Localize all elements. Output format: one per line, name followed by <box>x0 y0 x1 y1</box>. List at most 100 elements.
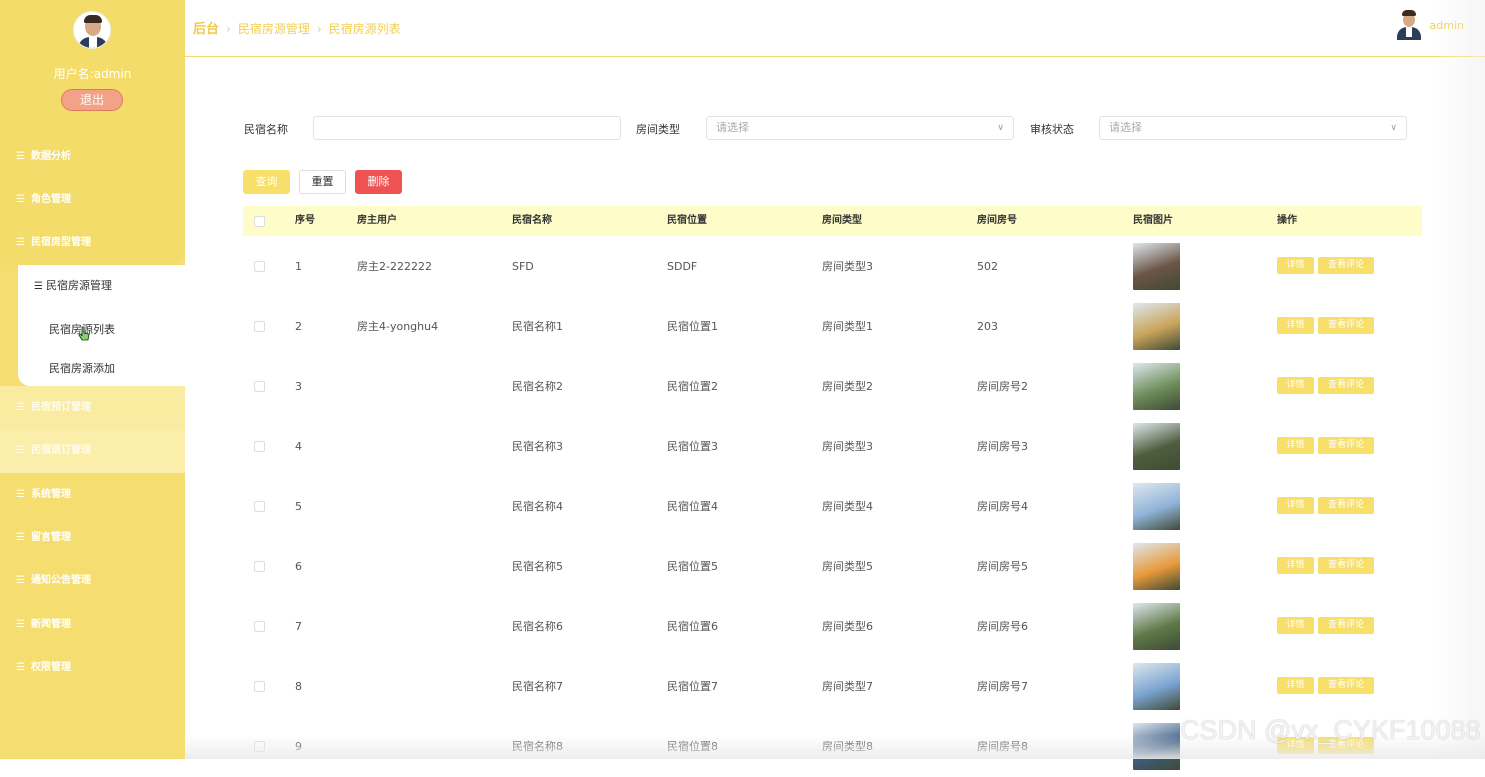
scroll-shade <box>1430 0 1485 759</box>
view-reviews-button[interactable]: 查看评论 <box>1318 617 1374 634</box>
sidebar-item-roles[interactable]: ☰ 角色管理 <box>16 190 71 210</box>
breadcrumb-current: 民宿房源列表 <box>328 22 401 36</box>
row-checkbox[interactable] <box>254 501 265 512</box>
reset-button[interactable]: 重置 <box>299 170 346 194</box>
view-reviews-button[interactable]: 查看评论 <box>1318 557 1374 574</box>
view-reviews-button[interactable]: 查看评论 <box>1318 317 1374 334</box>
table-cell-name: SFD <box>512 260 534 273</box>
name-label: 民宿名称 <box>244 123 288 136</box>
row-checkbox[interactable] <box>254 441 265 452</box>
table-cell-name: 民宿名称6 <box>512 620 563 633</box>
listing-photo <box>1133 663 1180 710</box>
sidebar-item-listings[interactable]: ☰ 民宿房源管理 <box>34 277 112 293</box>
breadcrumb-item[interactable]: 民宿房源管理 <box>238 22 310 36</box>
chevron-down-icon: ∨ <box>997 123 1004 133</box>
table-cell-location: 民宿位置5 <box>667 560 718 573</box>
row-checkbox[interactable] <box>254 321 265 332</box>
table-cell-room: 502 <box>977 260 998 273</box>
submenu-item-listing-add[interactable]: 民宿房源添加 <box>49 360 115 376</box>
list-icon: ☰ <box>16 194 25 205</box>
table-row: 8 民宿名称7 民宿位置7 房间类型7 房间房号7 详情 查看评论 <box>243 657 1422 717</box>
select-all-checkbox[interactable] <box>254 216 265 227</box>
view-reviews-button[interactable]: 查看评论 <box>1318 437 1374 454</box>
detail-button[interactable]: 详情 <box>1277 377 1314 394</box>
delete-button[interactable]: 删除 <box>355 170 402 194</box>
column-header: 民宿位置 <box>667 215 707 226</box>
detail-button[interactable]: 详情 <box>1277 437 1314 454</box>
table-cell-type: 房间类型4 <box>822 500 873 513</box>
table-cell-name: 民宿名称3 <box>512 440 563 453</box>
sidebar-item-system[interactable]: ☰ 系统管理 <box>16 485 71 505</box>
list-icon: ☰ <box>16 575 25 586</box>
table-cell-type: 房间类型7 <box>822 680 873 693</box>
detail-button[interactable]: 详情 <box>1277 557 1314 574</box>
row-checkbox[interactable] <box>254 261 265 272</box>
submenu-listings: ☰民宿房源管理 民宿房源列表 民宿房源添加 <box>18 265 185 386</box>
sidebar-item-cancellations[interactable]: ☰ 民宿退订管理 <box>16 441 91 461</box>
list-icon: ☰ <box>16 445 25 456</box>
list-icon: ☰ <box>16 619 25 630</box>
table-cell-no: 4 <box>295 440 302 453</box>
list-icon: ☰ <box>16 662 25 673</box>
listing-photo <box>1133 543 1180 590</box>
table-cell-name: 民宿名称5 <box>512 560 563 573</box>
view-reviews-button[interactable]: 查看评论 <box>1318 377 1374 394</box>
table-row: 2 房主4-yonghu4 民宿名称1 民宿位置1 房间类型1 203 详情 查看评论 <box>243 297 1422 357</box>
table-cell-no: 1 <box>295 260 302 273</box>
column-header: 序号 <box>295 215 315 226</box>
detail-button[interactable]: 详情 <box>1277 317 1314 334</box>
sidebar-item-notices[interactable]: ☰ 通知公告管理 <box>16 571 91 591</box>
sidebar-item-messages[interactable]: ☰ 留言管理 <box>16 528 71 548</box>
table-header: 序号 房主用户 民宿名称 民宿位置 房间类型 房间房号 民宿图片 操作 <box>243 206 1422 236</box>
logout-button[interactable]: 退出 <box>61 89 123 111</box>
watermark: CSDN @vx_CYKF10088 <box>1180 715 1481 745</box>
list-icon: ☰ <box>16 151 25 162</box>
table-cell-owner: 房主2-222222 <box>357 260 432 273</box>
avatar <box>73 11 111 49</box>
sidebar-item-permissions[interactable]: ☰ 权限管理 <box>16 658 71 678</box>
table-cell-location: 民宿位置1 <box>667 320 718 333</box>
table-cell-name: 民宿名称7 <box>512 680 563 693</box>
detail-button[interactable]: 详情 <box>1277 677 1314 694</box>
row-checkbox[interactable] <box>254 381 265 392</box>
row-checkbox[interactable] <box>254 621 265 632</box>
table-cell-location: SDDF <box>667 260 698 273</box>
sidebar-item-room-types[interactable]: ☰ 民宿房型管理 <box>16 233 91 253</box>
table-cell-type: 房间类型6 <box>822 620 873 633</box>
query-button[interactable]: 查询 <box>243 170 290 194</box>
chevron-down-icon: ∨ <box>1390 123 1397 133</box>
row-checkbox[interactable] <box>254 681 265 692</box>
table-cell-type: 房间类型3 <box>822 440 873 453</box>
listing-photo <box>1133 483 1180 530</box>
breadcrumb: 后台 › 民宿房源管理 › 民宿房源列表 <box>193 18 401 37</box>
list-icon: ☰ <box>16 532 25 543</box>
table-cell-type: 房间类型2 <box>822 380 873 393</box>
detail-button[interactable]: 详情 <box>1277 617 1314 634</box>
detail-button[interactable]: 详情 <box>1277 257 1314 274</box>
table-cell-no: 7 <box>295 620 302 633</box>
list-icon: ☰ <box>16 489 25 500</box>
detail-button[interactable]: 详情 <box>1277 497 1314 514</box>
table-cell-name: 民宿名称4 <box>512 500 563 513</box>
table-cell-room: 房间房号6 <box>977 620 1028 633</box>
listing-photo <box>1133 303 1180 350</box>
list-icon: ☰ <box>34 281 43 292</box>
status-select[interactable]: 请选择 ∨ <box>1099 116 1407 140</box>
sidebar-item-news[interactable]: ☰ 新闻管理 <box>16 615 71 635</box>
column-header: 操作 <box>1277 215 1297 226</box>
listing-photo <box>1133 363 1180 410</box>
sidebar-item-bookings[interactable]: ☰ 民宿预订管理 <box>16 398 91 418</box>
table-cell-room: 房间房号4 <box>977 500 1028 513</box>
status-label: 审核状态 <box>1030 123 1074 136</box>
avatar <box>1396 10 1422 40</box>
row-checkbox[interactable] <box>254 561 265 572</box>
table-cell-type: 房间类型1 <box>822 320 873 333</box>
table-row: 3 民宿名称2 民宿位置2 房间类型2 房间房号2 详情 查看评论 <box>243 357 1422 417</box>
view-reviews-button[interactable]: 查看评论 <box>1318 497 1374 514</box>
view-reviews-button[interactable]: 查看评论 <box>1318 257 1374 274</box>
name-input[interactable] <box>313 116 621 140</box>
room-type-select[interactable]: 请选择 ∨ <box>706 116 1014 140</box>
sidebar-item-data-analysis[interactable]: ☰ 数据分析 <box>16 147 71 167</box>
view-reviews-button[interactable]: 查看评论 <box>1318 677 1374 694</box>
breadcrumb-home[interactable]: 后台 <box>193 22 219 37</box>
